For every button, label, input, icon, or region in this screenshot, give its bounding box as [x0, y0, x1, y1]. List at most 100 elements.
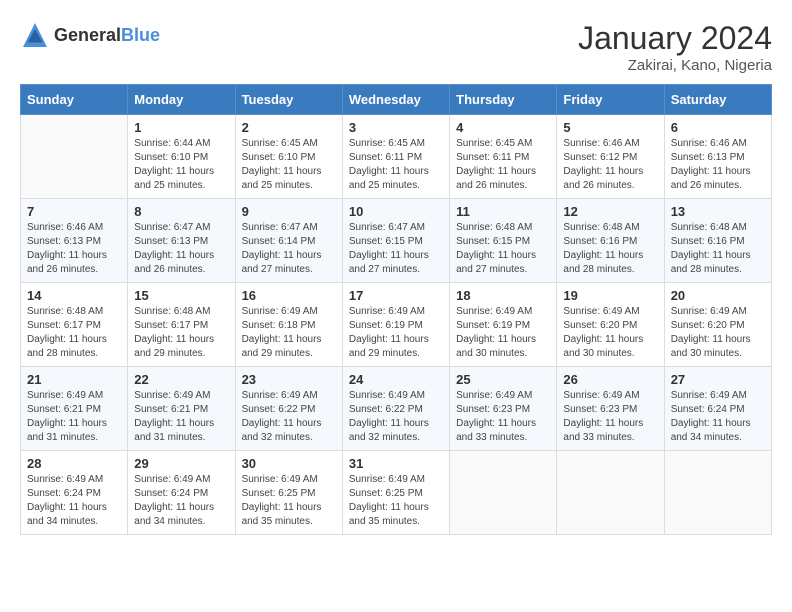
day-info: Sunrise: 6:47 AMSunset: 6:13 PMDaylight:…	[134, 221, 228, 277]
day-info: Sunrise: 6:49 AMSunset: 6:21 PMDaylight:…	[27, 389, 121, 445]
day-number: 14	[27, 288, 121, 303]
day-number: 10	[349, 204, 443, 219]
calendar-cell: 20Sunrise: 6:49 AMSunset: 6:20 PMDayligh…	[664, 283, 771, 367]
day-number: 18	[456, 288, 550, 303]
day-number: 21	[27, 372, 121, 387]
calendar-cell: 4 Sunrise: 6:45 AMSunset: 6:11 PMDaylight…	[450, 115, 557, 199]
day-number: 26	[563, 372, 657, 387]
day-number: 25	[456, 372, 550, 387]
day-info: Sunrise: 6:47 AMSunset: 6:14 PMDaylight:…	[242, 221, 336, 277]
month-title: January 2024	[578, 20, 772, 57]
day-number: 28	[27, 456, 121, 471]
week-row-1: 1 Sunrise: 6:44 AMSunset: 6:10 PMDaylight…	[21, 115, 772, 199]
day-info: Sunrise: 6:48 AMSunset: 6:16 PMDaylight:…	[671, 221, 765, 277]
day-info: Sunrise: 6:45 AMSunset: 6:11 PMDaylight:…	[456, 137, 550, 193]
calendar-cell: 3 Sunrise: 6:45 AMSunset: 6:11 PMDaylight…	[342, 115, 449, 199]
day-number: 4	[456, 120, 550, 135]
weekday-header-tuesday: Tuesday	[235, 85, 342, 115]
page-header: GeneralBlue January 2024 Zakirai, Kano, …	[20, 20, 772, 74]
calendar-cell: 12Sunrise: 6:48 AMSunset: 6:16 PMDayligh…	[557, 199, 664, 283]
calendar-cell: 13 Sunrise: 6:48 AMSunset: 6:16 PMDayligh…	[664, 199, 771, 283]
day-info: Sunrise: 6:48 AMSunset: 6:17 PMDaylight:…	[134, 305, 228, 361]
day-number: 8	[134, 204, 228, 219]
day-info: Sunrise: 6:49 AMSunset: 6:20 PMDaylight:…	[671, 305, 765, 361]
calendar-cell: 9 Sunrise: 6:47 AMSunset: 6:14 PMDaylight…	[235, 199, 342, 283]
weekday-header-row: SundayMondayTuesdayWednesdayThursdayFrid…	[21, 85, 772, 115]
calendar-cell	[450, 451, 557, 535]
day-number: 15	[134, 288, 228, 303]
day-info: Sunrise: 6:45 AMSunset: 6:11 PMDaylight:…	[349, 137, 443, 193]
calendar-cell	[664, 451, 771, 535]
day-info: Sunrise: 6:48 AMSunset: 6:17 PMDaylight:…	[27, 305, 121, 361]
calendar-cell: 6 Sunrise: 6:46 AMSunset: 6:13 PMDaylight…	[664, 115, 771, 199]
logo-text-blue: Blue	[121, 25, 160, 45]
calendar-cell: 26 Sunrise: 6:49 AMSunset: 6:23 PMDayligh…	[557, 367, 664, 451]
day-info: Sunrise: 6:48 AMSunset: 6:16 PMDaylight:…	[563, 221, 657, 277]
day-info: Sunrise: 6:46 AMSunset: 6:12 PMDaylight:…	[563, 137, 657, 193]
day-info: Sunrise: 6:49 AMSunset: 6:24 PMDaylight:…	[671, 389, 765, 445]
calendar-cell: 24 Sunrise: 6:49 AMSunset: 6:22 PMDayligh…	[342, 367, 449, 451]
day-info: Sunrise: 6:45 AMSunset: 6:10 PMDaylight:…	[242, 137, 336, 193]
week-row-3: 14 Sunrise: 6:48 AMSunset: 6:17 PMDayligh…	[21, 283, 772, 367]
day-number: 30	[242, 456, 336, 471]
week-row-5: 28 Sunrise: 6:49 AMSunset: 6:24 PMDayligh…	[21, 451, 772, 535]
day-info: Sunrise: 6:46 AMSunset: 6:13 PMDaylight:…	[671, 137, 765, 193]
calendar-cell: 10Sunrise: 6:47 AMSunset: 6:15 PMDayligh…	[342, 199, 449, 283]
day-info: Sunrise: 6:49 AMSunset: 6:20 PMDaylight:…	[563, 305, 657, 361]
day-number: 29	[134, 456, 228, 471]
week-row-2: 7 Sunrise: 6:46 AMSunset: 6:13 PMDaylight…	[21, 199, 772, 283]
calendar-cell: 18 Sunrise: 6:49 AMSunset: 6:19 PMDayligh…	[450, 283, 557, 367]
day-info: Sunrise: 6:49 AMSunset: 6:23 PMDaylight:…	[563, 389, 657, 445]
day-number: 6	[671, 120, 765, 135]
day-number: 13	[671, 204, 765, 219]
calendar-cell: 8 Sunrise: 6:47 AMSunset: 6:13 PMDaylight…	[128, 199, 235, 283]
calendar-cell: 28 Sunrise: 6:49 AMSunset: 6:24 PMDayligh…	[21, 451, 128, 535]
day-info: Sunrise: 6:49 AMSunset: 6:24 PMDaylight:…	[27, 473, 121, 529]
weekday-header-sunday: Sunday	[21, 85, 128, 115]
calendar-cell: 11 Sunrise: 6:48 AMSunset: 6:15 PMDayligh…	[450, 199, 557, 283]
calendar-cell: 21 Sunrise: 6:49 AMSunset: 6:21 PMDayligh…	[21, 367, 128, 451]
day-info: Sunrise: 6:44 AMSunset: 6:10 PMDaylight:…	[134, 137, 228, 193]
day-info: Sunrise: 6:49 AMSunset: 6:18 PMDaylight:…	[242, 305, 336, 361]
day-number: 3	[349, 120, 443, 135]
day-number: 27	[671, 372, 765, 387]
week-row-4: 21 Sunrise: 6:49 AMSunset: 6:21 PMDayligh…	[21, 367, 772, 451]
day-info: Sunrise: 6:49 AMSunset: 6:19 PMDaylight:…	[456, 305, 550, 361]
calendar-table: SundayMondayTuesdayWednesdayThursdayFrid…	[20, 84, 772, 535]
weekday-header-thursday: Thursday	[450, 85, 557, 115]
day-number: 31	[349, 456, 443, 471]
calendar-cell: 27 Sunrise: 6:49 AMSunset: 6:24 PMDayligh…	[664, 367, 771, 451]
day-number: 9	[242, 204, 336, 219]
logo-icon	[20, 20, 50, 50]
day-info: Sunrise: 6:48 AMSunset: 6:15 PMDaylight:…	[456, 221, 550, 277]
calendar-cell: 14 Sunrise: 6:48 AMSunset: 6:17 PMDayligh…	[21, 283, 128, 367]
day-info: Sunrise: 6:49 AMSunset: 6:24 PMDaylight:…	[134, 473, 228, 529]
day-number: 24	[349, 372, 443, 387]
calendar-cell: 23Sunrise: 6:49 AMSunset: 6:22 PMDayligh…	[235, 367, 342, 451]
day-info: Sunrise: 6:49 AMSunset: 6:22 PMDaylight:…	[242, 389, 336, 445]
weekday-header-wednesday: Wednesday	[342, 85, 449, 115]
day-number: 7	[27, 204, 121, 219]
calendar-cell: 31 Sunrise: 6:49 AMSunset: 6:25 PMDayligh…	[342, 451, 449, 535]
day-number: 11	[456, 204, 550, 219]
calendar-cell: 19Sunrise: 6:49 AMSunset: 6:20 PMDayligh…	[557, 283, 664, 367]
day-info: Sunrise: 6:49 AMSunset: 6:23 PMDaylight:…	[456, 389, 550, 445]
logo: GeneralBlue	[20, 20, 160, 50]
day-info: Sunrise: 6:46 AMSunset: 6:13 PMDaylight:…	[27, 221, 121, 277]
day-info: Sunrise: 6:49 AMSunset: 6:25 PMDaylight:…	[349, 473, 443, 529]
day-info: Sunrise: 6:49 AMSunset: 6:19 PMDaylight:…	[349, 305, 443, 361]
day-number: 2	[242, 120, 336, 135]
day-number: 22	[134, 372, 228, 387]
title-block: January 2024 Zakirai, Kano, Nigeria	[578, 20, 772, 74]
weekday-header-saturday: Saturday	[664, 85, 771, 115]
day-info: Sunrise: 6:49 AMSunset: 6:22 PMDaylight:…	[349, 389, 443, 445]
calendar-cell: 17Sunrise: 6:49 AMSunset: 6:19 PMDayligh…	[342, 283, 449, 367]
day-number: 1	[134, 120, 228, 135]
location-title: Zakirai, Kano, Nigeria	[578, 57, 772, 74]
calendar-cell: 25 Sunrise: 6:49 AMSunset: 6:23 PMDayligh…	[450, 367, 557, 451]
calendar-cell: 16 Sunrise: 6:49 AMSunset: 6:18 PMDayligh…	[235, 283, 342, 367]
calendar-cell: 29 Sunrise: 6:49 AMSunset: 6:24 PMDayligh…	[128, 451, 235, 535]
weekday-header-friday: Friday	[557, 85, 664, 115]
calendar-cell: 7 Sunrise: 6:46 AMSunset: 6:13 PMDaylight…	[21, 199, 128, 283]
day-number: 16	[242, 288, 336, 303]
